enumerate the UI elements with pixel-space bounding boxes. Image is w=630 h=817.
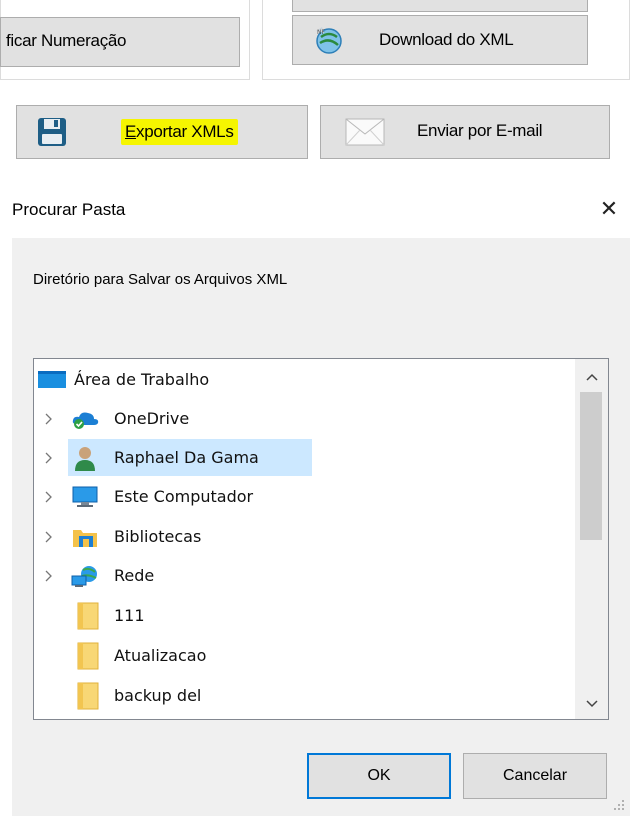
dialog-title: Procurar Pasta (12, 200, 126, 219)
scroll-up-arrow-icon[interactable] (575, 362, 608, 392)
folder-tree[interactable]: Área de Trabalho OneDrive Raphael Da Gam… (33, 358, 609, 720)
download-xml-label: Download do XML (379, 30, 514, 49)
exportar-rest: xportar XMLs (136, 122, 234, 141)
tree-item-backup-del[interactable]: backup del (34, 677, 574, 714)
tree-item-raphael-da-gama[interactable]: Raphael Da Gama (68, 439, 312, 476)
tree-item-label: Atualizacao (114, 646, 207, 665)
tree-item-label: backup del (114, 686, 202, 705)
tree-item-area-de-trabalho[interactable]: Área de Trabalho (34, 361, 574, 398)
ok-button[interactable]: OK (307, 753, 451, 799)
tree-item-label: Este Computador (114, 487, 254, 506)
desktop-icon (36, 367, 68, 391)
enviar-email-label: Enviar por E-mail (417, 121, 543, 140)
tree-item-bibliotecas[interactable]: Bibliotecas (34, 518, 574, 555)
tree-item-label: 111 (114, 606, 145, 625)
scroll-down-arrow-icon[interactable] (575, 689, 608, 719)
svg-text:NF: NF (317, 29, 325, 36)
exportar-mnemonic: E (125, 122, 137, 141)
ok-label: OK (367, 767, 391, 784)
user-folder-icon (72, 445, 98, 471)
folder-icon (76, 642, 100, 670)
exportar-xmls-label: Exportar XMLs (121, 119, 238, 145)
chevron-right-icon[interactable] (42, 518, 56, 555)
scrollbar-thumb[interactable] (580, 392, 602, 540)
save-disk-icon (35, 115, 69, 149)
libraries-icon (70, 524, 100, 550)
tree-item-label: Área de Trabalho (74, 370, 210, 389)
folder-icon (76, 602, 100, 630)
onedrive-icon (70, 407, 100, 431)
tree-item-rede[interactable]: Rede (34, 557, 574, 594)
tree-item-label: OneDrive (114, 409, 190, 428)
tree-item-atualizacao[interactable]: Atualizacao (34, 637, 574, 674)
tree-item-111[interactable]: 111 (34, 597, 574, 634)
tree-item-label: Bibliotecas (114, 527, 202, 546)
download-xml-icon: NF (311, 22, 347, 58)
download-xml-button[interactable]: NF Download do XML (292, 15, 588, 65)
chevron-right-icon[interactable] (42, 557, 56, 594)
cancel-button[interactable]: Cancelar (463, 753, 607, 799)
upper-button-edge[interactable] (292, 0, 588, 12)
tree-item-onedrive[interactable]: OneDrive (34, 400, 574, 437)
close-icon[interactable]: ✕ (596, 196, 622, 222)
dialog-prompt: Diretório para Salvar os Arquivos XML (33, 271, 288, 288)
folder-icon (76, 682, 100, 710)
chevron-right-icon[interactable] (42, 439, 56, 476)
computer-icon (70, 484, 100, 510)
cancel-label: Cancelar (502, 767, 568, 784)
tree-item-este-computador[interactable]: Este Computador (34, 478, 574, 515)
tree-scrollbar[interactable] (575, 359, 608, 719)
tree-item-label: Raphael Da Gama (114, 448, 259, 467)
verificar-numeracao-button[interactable]: ficar Numeração (0, 17, 240, 67)
resize-grip-icon[interactable] (612, 798, 626, 812)
verificar-numeracao-label: ficar Numeração (6, 31, 127, 50)
chevron-right-icon[interactable] (42, 478, 56, 515)
tree-item-label: Rede (114, 566, 155, 585)
exportar-xmls-button[interactable]: Exportar XMLs (16, 105, 308, 159)
chevron-right-icon[interactable] (42, 400, 56, 437)
network-icon (70, 563, 100, 589)
enviar-email-button[interactable]: Enviar por E-mail (320, 105, 610, 159)
envelope-icon (345, 117, 385, 147)
